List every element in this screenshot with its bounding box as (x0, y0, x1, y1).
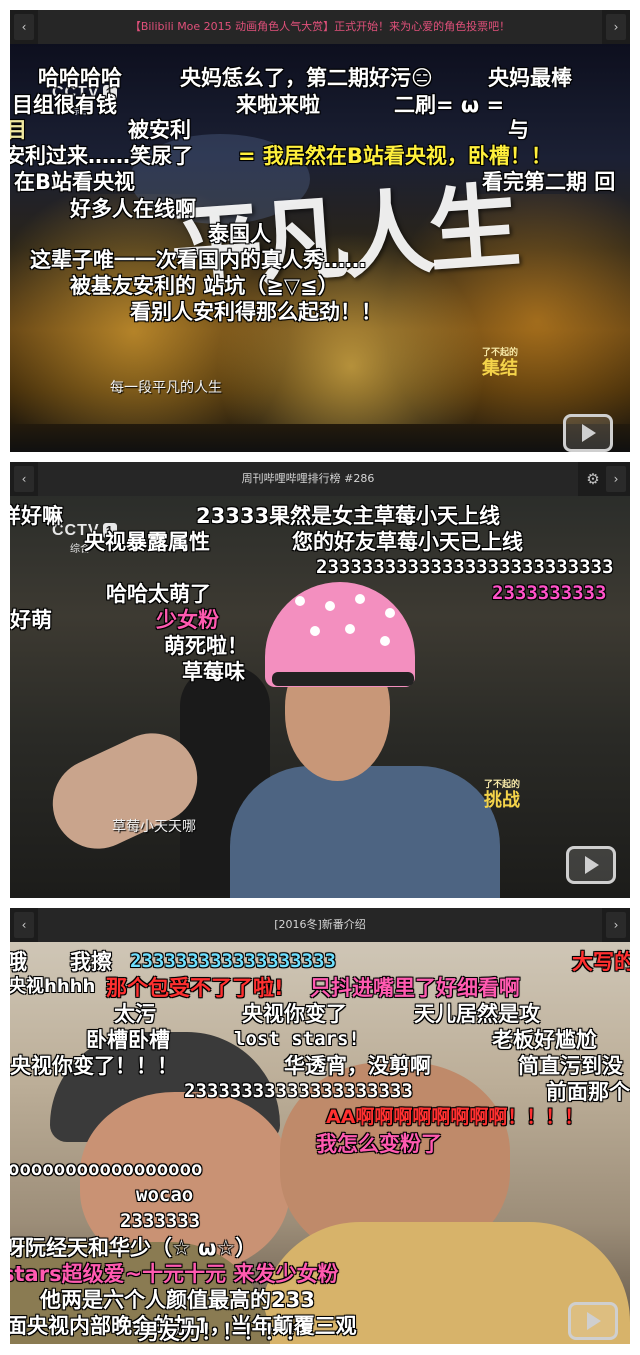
subtitle: 每一段平凡的人生 (110, 380, 222, 396)
chevron-left-icon[interactable]: ‹ (14, 14, 34, 40)
danmaku: 看别人安利得那么起劲！！ (130, 300, 382, 324)
danmaku: 23333333333333333333333333 (316, 556, 614, 578)
danmaku: ooooooooooooooooo (10, 1158, 203, 1180)
chevron-right-icon[interactable]: › (606, 912, 626, 938)
danmaku: 与 (508, 118, 529, 142)
video-panel-1: ‹ 【Bilibili Moe 2015 动画角色人气大赏】正式开始！来为心爱的… (10, 10, 630, 452)
banner-title[interactable]: 【Bilibili Moe 2015 动画角色人气大赏】正式开始！来为心爱的角色… (38, 10, 602, 44)
video-panel-3: ‹ [2016冬]新番介绍 › 哦 我擦 233333333333333333 … (10, 908, 630, 1344)
danmaku: 被安利 (128, 118, 191, 142)
danmaku: 我怎么变粉了 (316, 1132, 442, 1156)
helmet-dot (295, 596, 305, 606)
danmaku: 他两是六个人颜值最高的233 (40, 1288, 315, 1312)
danmaku: 哈哈哈哈 (38, 66, 122, 90)
play-icon[interactable] (566, 846, 616, 884)
danmaku: 哈哈太萌了 (106, 582, 211, 606)
danmaku: = 我居然在B站看央视，卧槽！！ (238, 144, 552, 168)
danmaku: AA啊啊啊啊啊啊啊啊！！！！ (326, 1106, 584, 1128)
chevron-left-icon[interactable]: ‹ (14, 912, 34, 938)
danmaku: 泰国人 (208, 222, 271, 246)
danmaku: 看完第二期 回 (482, 170, 616, 194)
title-bar: ‹ [2016冬]新番介绍 › (10, 908, 630, 942)
video-frame[interactable]: 哦 我擦 233333333333333333 大写的 央视hhhh 那个包受不… (10, 942, 630, 1344)
danmaku: 好多人在线啊 (70, 197, 196, 221)
danmaku: 好萌 (10, 608, 52, 632)
danmaku: 2333333333 (492, 582, 607, 604)
title-bar: ‹ 【Bilibili Moe 2015 动画角色人气大赏】正式开始！来为心爱的… (10, 10, 630, 44)
danmaku: 被基友安利的 站坑（≧▽≦） (70, 274, 339, 298)
danmaku: 呀阮经天和华少（☆ ω☆） (10, 1236, 257, 1260)
danmaku: 23333333333333333333 (184, 1080, 413, 1102)
danmaku: 华透宵，没剪啊 (284, 1054, 431, 1078)
danmaku: 目组很有钱 (12, 93, 117, 117)
danmaku: 大写的 (572, 950, 630, 974)
video-frame[interactable]: CCTV 1 综合 草莓小天天哪 了不起的 挑战 样好嘛 23333果然是女主草莓… (10, 496, 630, 898)
chevron-right-icon[interactable]: › (606, 466, 626, 492)
danmaku: 哦 (10, 950, 27, 974)
danmaku: 卧槽卧槽 (86, 1028, 170, 1052)
danmaku: 2333333 (120, 1210, 201, 1232)
play-icon[interactable] (563, 414, 613, 452)
danmaku: 23333果然是女主草莓小天上线 (196, 504, 501, 528)
danmaku: 只抖进嘴里了好细看啊 (310, 976, 520, 1000)
subtitle: 草莓小天天哪 (112, 819, 196, 835)
video-panel-2: ‹ 周刊哔哩哔哩排行榜 #286 ⚙ › CCTV 1 综合 草莓小天天哪 了不起… (10, 462, 630, 898)
danmaku: 央妈最棒 (488, 66, 572, 90)
gear-icon[interactable]: ⚙ (582, 466, 604, 492)
play-icon[interactable] (568, 1302, 618, 1340)
danmaku: wocao (136, 1184, 194, 1206)
danmaku: 那个包受不了了啦! (106, 976, 284, 1000)
video-title[interactable]: [2016冬]新番介绍 (38, 908, 602, 942)
danmaku: 安利过来……笑尿了 (10, 144, 193, 168)
video-frame[interactable]: CCTV 1 综合 平凡人生 每一段平凡的人生 了不起的 集结 哈哈哈哈 央妈恁幺… (10, 44, 630, 452)
danmaku: 少女粉 (156, 608, 219, 632)
helmet-strap (272, 672, 414, 686)
danmaku: 样好嘛 (10, 504, 63, 528)
video-title[interactable]: 周刊哔哩哔哩排行榜 #286 (38, 462, 578, 496)
danmaku: 简直污到没 (518, 1054, 623, 1078)
danmaku: 草莓味 (182, 660, 245, 684)
danmaku: 目 (10, 118, 27, 142)
danmaku: 天儿居然是攻 (414, 1002, 540, 1026)
danmaku: 来啦来啦 (236, 93, 320, 117)
danmaku: 您的好友草莓小天已上线 (292, 530, 523, 554)
chevron-right-icon[interactable]: › (606, 14, 626, 40)
person-jacket (230, 766, 500, 898)
danmaku: 前面那个 (546, 1080, 630, 1104)
program-logo: 了不起的 集结 (482, 348, 519, 379)
title-bar: ‹ 周刊哔哩哔哩排行榜 #286 ⚙ › (10, 462, 630, 496)
danmaku: 二刷= ω = (394, 93, 505, 117)
danmaku: 央视你变了 (242, 1002, 347, 1026)
danmaku: 太污 (114, 1002, 156, 1026)
danmaku: 萌死啦！ (164, 634, 248, 658)
danmaku: 央视你变了！！！ (10, 1054, 178, 1078)
danmaku: 我擦 (70, 950, 112, 974)
program-logo: 了不起的 挑战 (484, 780, 521, 811)
danmaku: 老板好尴尬 (492, 1028, 597, 1052)
danmaku: 男友力！！！！！ (138, 1320, 306, 1344)
danmaku: stars超级爱~十元十元 来发少女粉 (10, 1262, 339, 1286)
danmaku: lost stars! (234, 1028, 360, 1050)
danmaku: 这辈子唯一一次看国内的真人秀…… (30, 248, 366, 272)
danmaku: 在B站看央视 (14, 170, 136, 194)
chevron-left-icon[interactable]: ‹ (14, 466, 34, 492)
danmaku: 央视hhhh (10, 976, 96, 997)
danmaku: 233333333333333333 (130, 950, 336, 972)
danmaku: 央视暴露属性 (84, 530, 210, 554)
danmaku: 央妈恁幺了，第二期好污😑 (180, 66, 433, 90)
